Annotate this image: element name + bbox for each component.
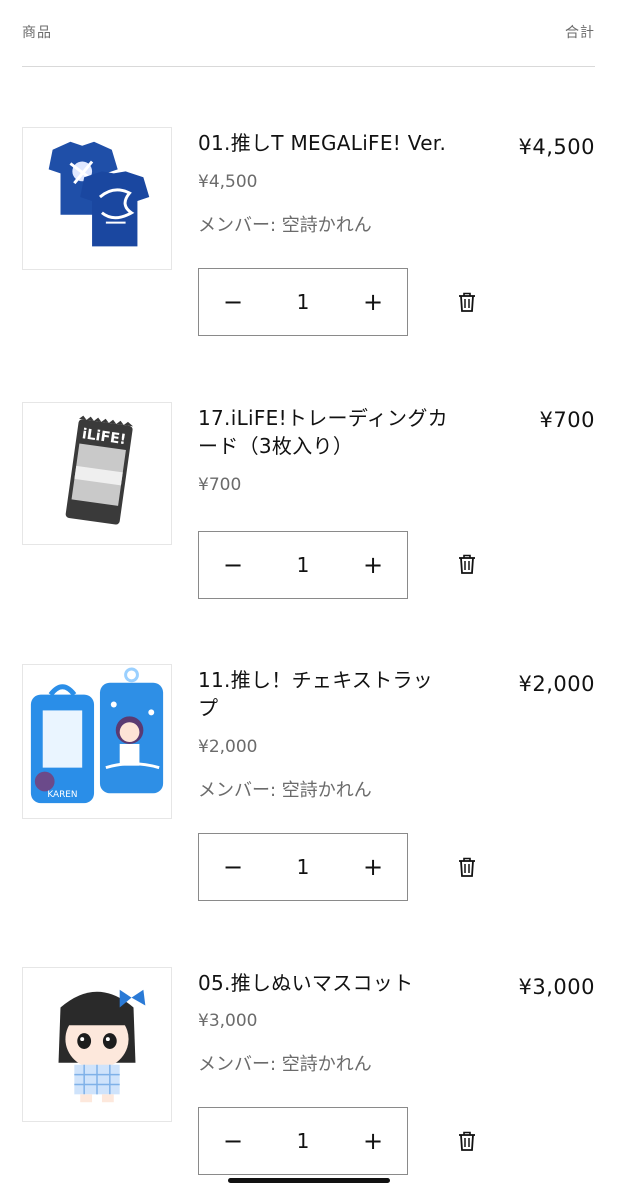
cart-item-plush-mascot: 05.推しぬいマスコット ¥3,000 メンバー: 空詩かれん ¥3,000 −… (22, 967, 595, 1175)
plus-icon[interactable]: + (343, 834, 403, 900)
item-line-total: ¥4,500 (518, 135, 595, 159)
strap-name-text: KAREN (47, 790, 77, 800)
item-title[interactable]: 17.iLiFE!トレーディングカード（3枚入り） (198, 404, 454, 460)
plus-icon[interactable]: + (343, 269, 403, 335)
item-title[interactable]: 01.推しT MEGALiFE! Ver. (198, 129, 468, 157)
item-title[interactable]: 05.推しぬいマスコット (198, 969, 468, 997)
quantity-stepper: − 1 + (198, 1107, 408, 1175)
product-image-trading-card[interactable]: iLiFE! (22, 402, 172, 545)
plus-icon[interactable]: + (343, 532, 403, 598)
minus-icon[interactable]: − (203, 269, 263, 335)
total-column-label: 合計 (565, 25, 595, 41)
item-unit-price: ¥2,000 (198, 737, 258, 757)
minus-icon[interactable]: − (203, 532, 263, 598)
quantity-stepper: − 1 + (198, 531, 408, 599)
item-unit-price: ¥3,000 (198, 1011, 258, 1031)
item-line-total: ¥700 (539, 408, 595, 432)
product-image-tshirt[interactable] (22, 127, 172, 270)
item-member-option: メンバー: 空詩かれん (198, 215, 372, 236)
plus-icon[interactable]: + (343, 1108, 403, 1174)
quantity-input[interactable]: 1 (259, 1108, 347, 1174)
cart-item-tshirt: 01.推しT MEGALiFE! Ver. ¥4,500 メンバー: 空詩かれん… (22, 127, 595, 342)
item-unit-price: ¥700 (198, 475, 242, 495)
item-line-total: ¥2,000 (518, 672, 595, 696)
item-unit-price: ¥4,500 (198, 172, 258, 192)
item-title[interactable]: 11.推し！チェキストラップ (198, 666, 448, 722)
quantity-input[interactable]: 1 (259, 269, 347, 335)
trash-icon[interactable] (456, 1130, 478, 1152)
item-member-option: メンバー: 空詩かれん (198, 780, 372, 801)
item-member-option: メンバー: 空詩かれん (198, 1054, 372, 1075)
cart-item-cheki-strap: KAREN 11.推し！チェキストラップ ¥2,000 メンバー: 空詩かれん … (22, 664, 595, 904)
minus-icon[interactable]: − (203, 1108, 263, 1174)
trash-icon[interactable] (456, 856, 478, 878)
cart-item-trading-card: iLiFE! 17.iLiFE!トレーディングカード（3枚入り） ¥700 ¥7… (22, 402, 595, 602)
quantity-stepper: − 1 + (198, 268, 408, 336)
item-line-total: ¥3,000 (518, 975, 595, 999)
quantity-input[interactable]: 1 (259, 532, 347, 598)
trash-icon[interactable] (456, 553, 478, 575)
trash-icon[interactable] (456, 291, 478, 313)
product-column-label: 商品 (22, 25, 52, 41)
product-image-cheki-strap[interactable]: KAREN (22, 664, 172, 819)
home-indicator[interactable] (228, 1178, 390, 1183)
quantity-stepper: − 1 + (198, 833, 408, 901)
minus-icon[interactable]: − (203, 834, 263, 900)
quantity-input[interactable]: 1 (259, 834, 347, 900)
product-image-plush-mascot[interactable] (22, 967, 172, 1122)
cart-header: 商品 合計 (22, 20, 595, 67)
